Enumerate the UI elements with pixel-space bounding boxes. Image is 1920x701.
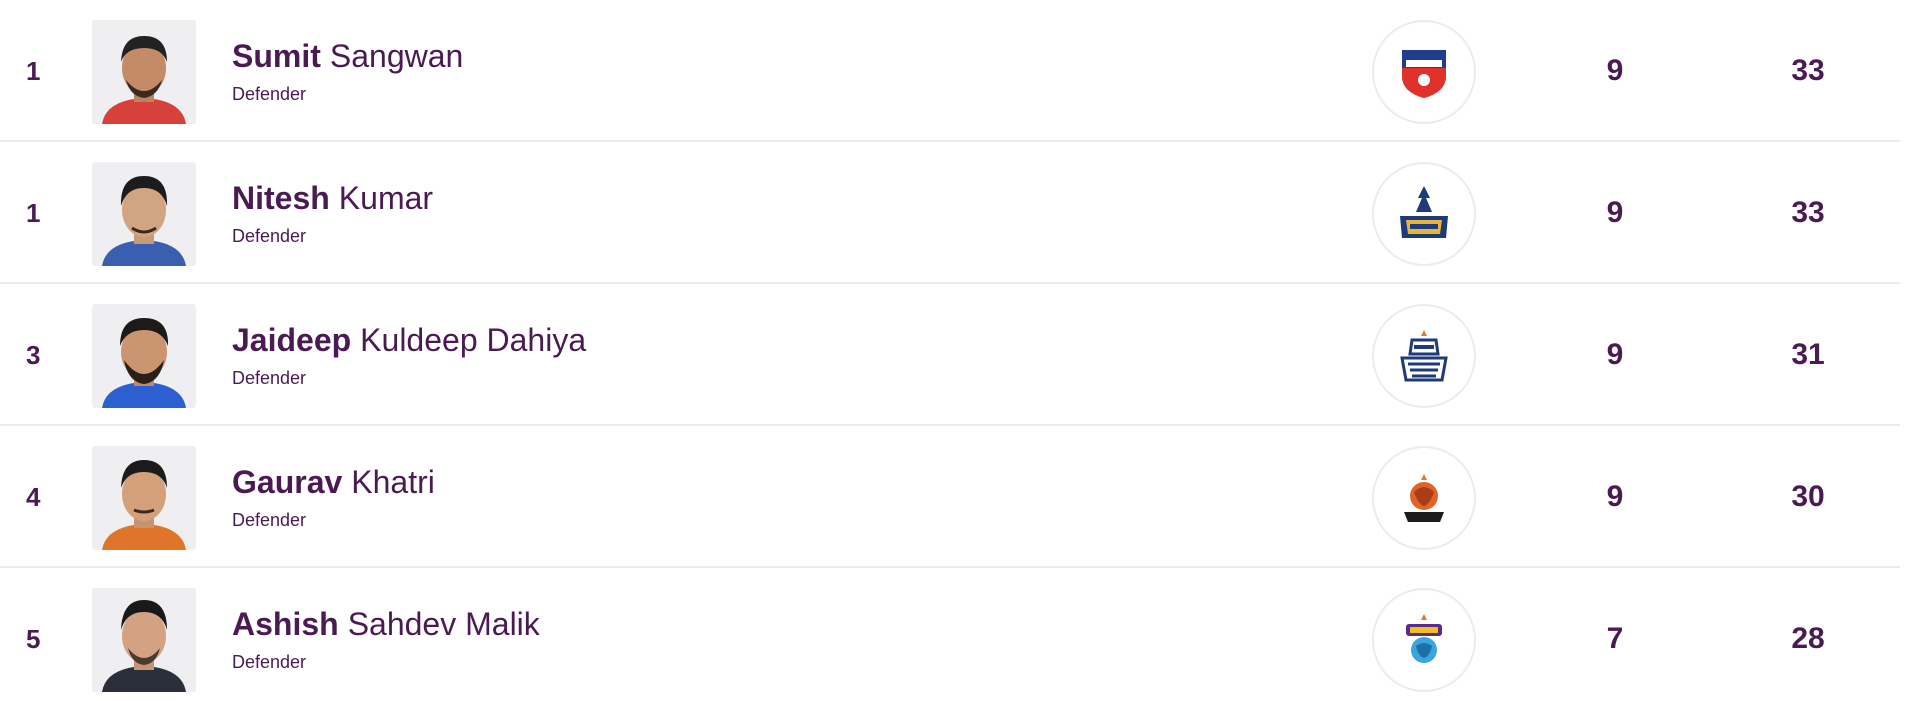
table-row[interactable]: 5 Ashish Sahdev Malik Defender 7 28	[0, 568, 1900, 701]
tackle-points: 28	[1791, 622, 1825, 655]
player-last-name: Kuldeep Dahiya	[360, 322, 587, 358]
table-row[interactable]: 4 Gaurav Khatri Defender 9 30	[0, 426, 1900, 568]
player-photo[interactable]	[92, 446, 196, 550]
table-row[interactable]: 3 Jaideep Kuldeep Dahiya Defender 9 31	[0, 284, 1900, 426]
tackle-points: 33	[1791, 54, 1825, 87]
table-row[interactable]: 1 Sumit Sangwan Defender 9 33	[0, 0, 1900, 142]
player-name[interactable]: Jaideep Kuldeep Dahiya	[232, 322, 586, 359]
table-row[interactable]: 1 Nitesh Kumar Defender 9 33	[0, 142, 1900, 284]
player-position: Defender	[232, 368, 307, 388]
team-logo[interactable]	[1372, 20, 1476, 124]
player-name[interactable]: Ashish Sahdev Malik	[232, 606, 540, 643]
bulls-logo-icon	[1406, 614, 1442, 663]
leaderboard-table: 1 Sumit Sangwan Defender 9 33 1 Nitesh K…	[0, 0, 1920, 701]
rank: 1	[26, 198, 41, 228]
player-name[interactable]: Sumit Sangwan	[232, 38, 463, 75]
player-position: Defender	[232, 226, 307, 246]
player-first-name: Sumit	[232, 38, 321, 74]
matches-played: 9	[1606, 54, 1624, 87]
matches-played: 9	[1606, 338, 1624, 371]
team-logo[interactable]	[1372, 588, 1476, 692]
matches-played: 9	[1606, 196, 1624, 229]
player-last-name: Sahdev Malik	[347, 606, 540, 642]
player-first-name: Jaideep	[232, 322, 352, 358]
tackle-points: 31	[1791, 338, 1825, 371]
rank: 3	[26, 340, 41, 370]
player-photo[interactable]	[92, 20, 196, 124]
team-logo[interactable]	[1372, 446, 1476, 550]
rank: 4	[26, 482, 41, 512]
player-photo[interactable]	[92, 588, 196, 692]
team-logo[interactable]	[1372, 162, 1476, 266]
tackle-points: 33	[1791, 196, 1825, 229]
player-position: Defender	[232, 652, 307, 672]
tackle-points: 30	[1791, 480, 1825, 513]
player-last-name: Sangwan	[329, 38, 464, 74]
player-last-name: Kumar	[338, 180, 434, 216]
steelers-logo-icon	[1400, 330, 1448, 382]
paltan-logo-icon	[1404, 474, 1444, 522]
player-photo[interactable]	[92, 162, 196, 266]
player-first-name: Nitesh	[232, 180, 330, 216]
player-position: Defender	[232, 510, 307, 530]
player-position: Defender	[232, 84, 307, 104]
thalaivas-logo-icon	[1400, 186, 1448, 238]
giants-logo-icon	[1402, 50, 1446, 98]
rank: 5	[26, 624, 41, 654]
player-first-name: Gaurav	[232, 464, 343, 500]
matches-played: 9	[1606, 480, 1624, 513]
team-logo[interactable]	[1372, 304, 1476, 408]
matches-played: 7	[1606, 622, 1624, 655]
player-name[interactable]: Nitesh Kumar	[232, 180, 433, 217]
player-name[interactable]: Gaurav Khatri	[232, 464, 435, 501]
player-first-name: Ashish	[232, 606, 339, 642]
player-photo[interactable]	[92, 304, 196, 408]
player-last-name: Khatri	[351, 464, 435, 500]
rank: 1	[26, 56, 41, 86]
